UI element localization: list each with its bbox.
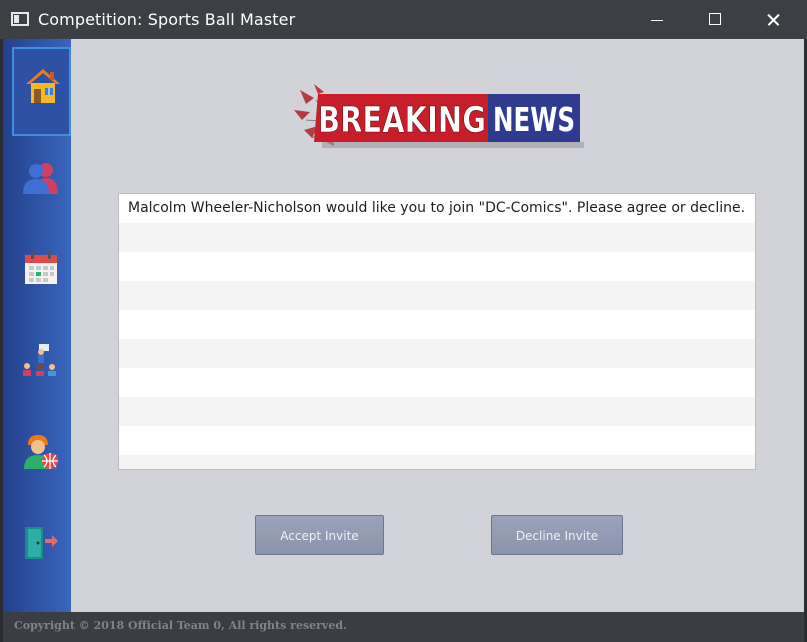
breaking-news-logo: BREAKING NEWS — [294, 84, 584, 148]
sidebar-item-player[interactable] — [3, 417, 71, 507]
list-item[interactable] — [119, 426, 755, 455]
sidebar-item-calendar[interactable] — [3, 237, 71, 327]
presentation-icon — [23, 344, 56, 376]
list-item[interactable] — [119, 397, 755, 426]
logo-text-breaking: BREAKING — [318, 100, 486, 141]
close-icon[interactable] — [745, 0, 803, 39]
decline-invite-button[interactable]: Decline Invite — [491, 515, 623, 555]
sidebar-item-exit[interactable] — [3, 507, 71, 597]
basketball-player-icon — [24, 435, 58, 469]
list-item[interactable] — [119, 368, 755, 397]
logo-text-news: NEWS — [493, 100, 575, 139]
calendar-icon — [25, 252, 57, 284]
accept-invite-button[interactable]: Accept Invite — [255, 515, 384, 555]
sidebar-item-home[interactable] — [12, 47, 71, 136]
exit-door-icon — [25, 527, 58, 559]
title-bar: Competition: Sports Ball Master — [0, 0, 807, 39]
house-icon — [26, 69, 60, 103]
list-item[interactable] — [119, 310, 755, 339]
people-icon — [23, 163, 58, 194]
list-item[interactable] — [119, 281, 755, 310]
maximize-icon[interactable] — [687, 0, 745, 39]
list-item[interactable] — [119, 223, 755, 252]
copyright-text: Copyright © 2018 Official Team 0, All ri… — [14, 619, 347, 632]
window-title: Competition: Sports Ball Master — [38, 10, 296, 29]
main-content: BREAKING NEWS Malcolm Wheeler-Nicholson … — [71, 39, 804, 612]
invite-message-list[interactable]: Malcolm Wheeler-Nicholson would like you… — [118, 193, 756, 470]
window-icon — [11, 12, 29, 26]
list-item[interactable] — [119, 455, 755, 469]
sidebar-item-team[interactable] — [3, 147, 71, 237]
sidebar — [3, 39, 71, 612]
sidebar-item-coach[interactable] — [3, 327, 71, 417]
minimize-icon[interactable] — [629, 0, 687, 39]
footer: Copyright © 2018 Official Team 0, All ri… — [3, 612, 804, 640]
list-item[interactable] — [119, 252, 755, 281]
list-item[interactable] — [119, 339, 755, 368]
list-item[interactable]: Malcolm Wheeler-Nicholson would like you… — [119, 194, 755, 223]
